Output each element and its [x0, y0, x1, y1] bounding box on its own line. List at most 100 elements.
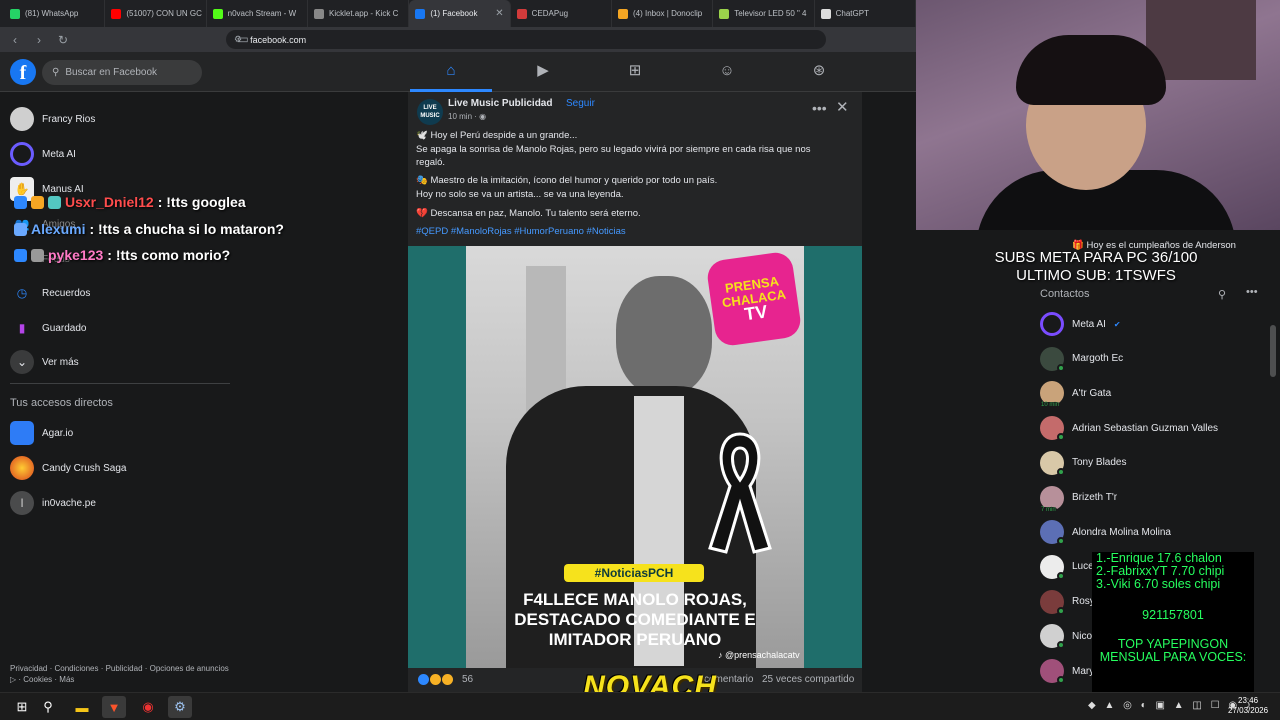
post-text: 💔 Descansa en paz, Manolo. Tu talento se…: [416, 208, 641, 219]
chat-text: : !tts como morio?: [107, 247, 231, 263]
contact-item[interactable]: Luce: [1040, 553, 1094, 581]
contact-name: Margoth Ec: [1072, 353, 1124, 365]
post-time[interactable]: 10 min · ◉: [448, 112, 486, 121]
forward-icon[interactable]: ›: [32, 33, 46, 47]
post-hashtags[interactable]: #QEPD #ManoloRojas #HumorPeruano #Notici…: [416, 225, 836, 238]
tab-favicon-icon: [415, 8, 426, 19]
obs-icon[interactable]: ◉: [136, 696, 160, 718]
brave-browser-icon[interactable]: ▼: [102, 696, 126, 718]
browser-tab[interactable]: CEDAPug: [511, 0, 612, 27]
sidebar-item-guardado[interactable]: ▮ Guardado: [10, 313, 87, 343]
avatar: [1040, 659, 1065, 684]
windows-taskbar: ⊞ ⚲ ▬ ▼ ◉ ⚙ ◆ ▲ ◎ ◐ ▣ ▲ ◫ ☐ ◉ ♪ 23:46 27…: [0, 692, 1280, 720]
tab-favicon-icon: [212, 8, 223, 19]
steam-icon[interactable]: ⚙: [168, 696, 192, 718]
verified-icon: ✔: [1113, 319, 1121, 329]
follow-button[interactable]: Seguir: [566, 98, 595, 109]
marketplace-icon[interactable]: ⊞: [624, 60, 646, 82]
post-text: 🎭 Maestro de la imitación, ícono del hum…: [416, 175, 718, 186]
browser-tab[interactable]: (81) WhatsApp: [4, 0, 106, 27]
chat-message: Usxr_Dniel12 : !tts googlea: [14, 194, 246, 210]
more-options-icon[interactable]: •••: [812, 100, 827, 116]
online-status-icon: [1057, 606, 1065, 615]
avatar: [1040, 450, 1065, 476]
groups-icon[interactable]: ☺: [716, 60, 738, 82]
portrait-head: [616, 276, 712, 396]
browser-tab[interactable]: (4) Inbox | Donoclip: [612, 0, 714, 27]
page-name[interactable]: Live Music Publicidad: [448, 98, 552, 109]
shortcut-label: Candy Crush Saga: [42, 462, 127, 474]
shortcut-candy-crush[interactable]: Candy Crush Saga: [10, 453, 127, 483]
contact-item[interactable]: Mary: [1040, 657, 1094, 685]
browser-tab[interactable]: Kicklet.app - Kick C: [308, 0, 410, 27]
shortcut-in0vache[interactable]: I in0vache.pe: [10, 488, 96, 518]
tiktok-handle: ♪ @prensachalacatv: [718, 650, 800, 660]
contact-name: Mary: [1072, 665, 1095, 677]
tab-label: ChatGPT: [835, 9, 869, 18]
video-icon[interactable]: ▶: [532, 60, 554, 82]
more-options-icon[interactable]: •••: [1246, 286, 1258, 298]
shortcut-agar[interactable]: Agar.io: [10, 418, 73, 448]
avatar: 7 min: [1040, 485, 1064, 513]
contacts-title: Contactos: [1040, 288, 1090, 300]
gaming-icon[interactable]: ⊛: [808, 60, 830, 82]
contact-item[interactable]: 10 min A'tr Gata: [1040, 379, 1112, 409]
close-tab-icon[interactable]: ✕: [495, 8, 503, 19]
facebook-logo[interactable]: f: [10, 59, 36, 85]
page-icon: I: [10, 491, 34, 515]
sidebar-item-recuerdos[interactable]: ◷ Recuerdos: [10, 278, 91, 308]
windows-start-icon[interactable]: ⊞: [10, 696, 34, 718]
search-icon[interactable]: ⚲: [1218, 288, 1226, 301]
bookmark-icon[interactable]: ▭: [236, 32, 250, 46]
browser-tab[interactable]: ChatGPT: [815, 0, 916, 27]
browser-tab[interactable]: n0vach Stream - W: [207, 0, 308, 27]
tab-label: CEDAPug: [531, 9, 569, 18]
page-avatar[interactable]: LIVE MUSIC: [417, 99, 443, 125]
shortcuts-title: Tus accesos directos: [10, 397, 113, 409]
address-bar[interactable]: ⚙ facebook.com: [226, 30, 826, 49]
browser-tab[interactable]: (51007) CON UN GC: [105, 0, 207, 27]
scrollbar[interactable]: [1270, 325, 1276, 377]
sidebar-item-label: Ver más: [42, 356, 79, 368]
clock[interactable]: 23:46 27/03/2026: [1228, 696, 1268, 716]
meta-ai-icon: [10, 142, 34, 166]
contact-item[interactable]: Alondra Molina Molina: [1040, 518, 1171, 546]
post-image[interactable]: PRENSA CHALACA TV #NoticiasPCH F4LLECE M…: [408, 246, 862, 668]
chevron-down-icon: ⌄: [10, 350, 34, 374]
back-icon[interactable]: ‹: [8, 33, 22, 47]
contact-name: A'tr Gata: [1072, 387, 1112, 399]
online-status-icon: [1057, 537, 1065, 546]
contact-item[interactable]: Adrian Sebastian Guzman Valles: [1040, 414, 1218, 442]
browser-tab[interactable]: (1) Facebook ✕: [409, 0, 511, 27]
contact-item[interactable]: Tony Blades: [1040, 449, 1126, 477]
sidebar-item-label: Meta AI: [42, 148, 76, 160]
reload-icon[interactable]: ↻: [56, 33, 70, 47]
online-status-icon: [1057, 571, 1065, 580]
subs-goal: SUBS META PARA PC 36/100: [994, 249, 1198, 266]
sidebar-item-profile[interactable]: Francy Rios: [10, 104, 95, 134]
footer-links[interactable]: Privacidad · Condiciones · Publicidad · …: [10, 663, 230, 685]
chat-username: pyke123: [48, 247, 104, 263]
contact-item[interactable]: Meta AI ✔: [1040, 310, 1121, 338]
sidebar-item-meta-ai[interactable]: Meta AI: [10, 139, 76, 169]
feed-post: LIVE MUSIC Live Music Publicidad Seguir …: [408, 92, 862, 692]
top-voces-overlay: 1.-Enrique 17.6 chalon 2.-FabrixxYT 7.70…: [1092, 552, 1254, 692]
contact-item[interactable]: 7 min Brizeth T'r: [1040, 484, 1117, 513]
contact-item[interactable]: Margoth Ec: [1040, 345, 1123, 373]
last-sub: ULTIMO SUB: 1TSWFS: [1016, 267, 1176, 284]
home-icon[interactable]: ⌂: [440, 60, 462, 82]
close-icon[interactable]: ✕: [836, 98, 849, 116]
file-explorer-icon[interactable]: ▬: [70, 696, 94, 718]
headline-line: DESTACADO COMEDIANTE E: [514, 610, 756, 629]
search-input[interactable]: ⚲ Buscar en Facebook: [42, 60, 202, 85]
shares-link[interactable]: 25 veces compartido: [762, 674, 854, 685]
contact-name: Tony Blades: [1072, 457, 1127, 469]
search-icon[interactable]: ⚲: [36, 696, 60, 718]
chat-message: Alexumi : !tts a chucha si lo mataron?: [14, 221, 284, 237]
browser-tab[interactable]: Televisor LED 50 " 4: [713, 0, 815, 27]
agar-icon: [10, 421, 34, 445]
reactions-summary[interactable]: 56: [418, 674, 473, 685]
streamer-hair: [1016, 35, 1166, 105]
sidebar-item-ver-mas[interactable]: ⌄ Ver más: [10, 347, 79, 377]
tab-favicon-icon: [820, 8, 831, 19]
